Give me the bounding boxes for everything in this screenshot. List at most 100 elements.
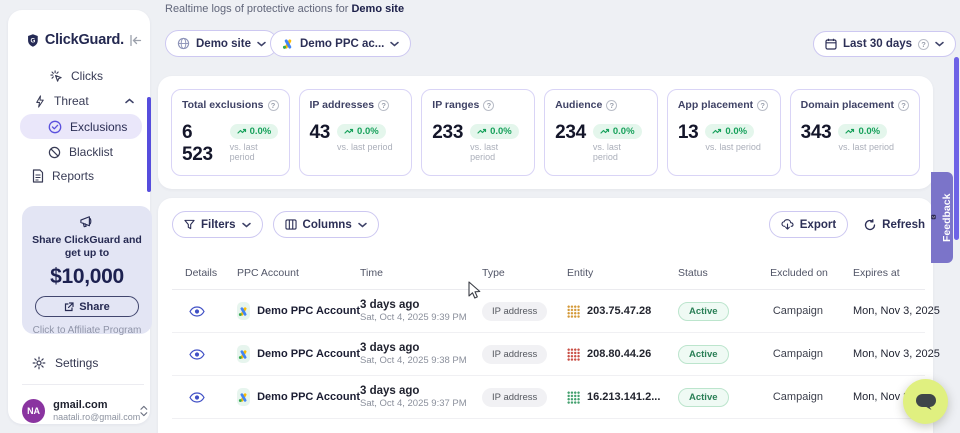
export-download-icon <box>781 219 794 230</box>
stat-value: 13 <box>678 122 699 144</box>
stat-caption: vs. last period <box>230 142 279 162</box>
entity-cell: 208.80.44.26 <box>567 348 678 361</box>
help-icon[interactable]: ? <box>757 100 768 111</box>
account-filter-dropdown[interactable]: Demo PPC ac... <box>270 30 411 57</box>
ban-icon <box>48 146 61 159</box>
status-badge: Active <box>678 388 729 407</box>
filter-funnel-icon <box>184 219 195 230</box>
stat-title: IP addresses <box>310 99 375 111</box>
status-cell: Active <box>678 344 770 364</box>
refresh-label: Refresh <box>882 219 925 231</box>
stat-title: App placement <box>678 99 753 111</box>
page-scrollbar-thumb[interactable] <box>954 57 959 240</box>
details-eye-button[interactable] <box>189 349 237 360</box>
stats-panel: Total exclusions? 6 523 0.0% vs. last pe… <box>158 76 933 189</box>
sidebar-item-label: Exclusions <box>70 120 127 134</box>
export-button[interactable]: Export <box>769 211 848 238</box>
stat-title: IP ranges <box>432 99 479 111</box>
delta-badge: 0.0% <box>337 124 386 139</box>
entity-value: 208.80.44.26 <box>587 348 651 360</box>
sidebar-scrollbar-thumb[interactable] <box>147 97 151 192</box>
delta-badge: 0.0% <box>230 124 279 139</box>
eye-icon <box>189 349 205 360</box>
expires-at-cell: Mon, Nov 3, 2025 <box>828 348 925 360</box>
sidebar-item-label: Threat <box>54 94 89 108</box>
help-icon[interactable]: ? <box>483 100 494 111</box>
trend-up-icon <box>845 128 855 135</box>
help-icon[interactable]: ? <box>898 100 909 111</box>
sidebar-item-label: Reports <box>52 169 94 183</box>
delta-value: 0.0% <box>250 126 272 137</box>
stat-value: 6 523 <box>182 122 223 166</box>
entity-identicon <box>567 305 580 318</box>
column-header-type: Type <box>482 267 567 279</box>
stat-value: 343 <box>801 122 832 144</box>
entity-cell: 203.75.47.28 <box>567 305 678 318</box>
refresh-icon <box>864 219 876 231</box>
stat-caption: vs. last period <box>705 142 761 152</box>
help-icon[interactable]: ? <box>606 100 617 111</box>
logo-text: ClickGuard. <box>45 32 124 48</box>
columns-button[interactable]: Columns <box>273 211 379 238</box>
delta-badge: 0.0% <box>838 124 887 139</box>
feedback-tab[interactable]: Feedback <box>931 172 953 263</box>
excluded-on-cell: Campaign <box>770 305 828 317</box>
help-icon[interactable]: ? <box>378 100 389 111</box>
stat-caption: vs. last period <box>593 142 647 162</box>
share-button[interactable]: Share <box>35 296 139 317</box>
sidebar-item-clicks[interactable]: Clicks <box>20 64 142 88</box>
stat-title: Domain placement <box>801 99 894 111</box>
chevron-up-icon <box>125 98 134 104</box>
excluded-on-cell: Campaign <box>770 348 828 360</box>
filters-button[interactable]: Filters <box>172 211 263 238</box>
details-eye-button[interactable] <box>189 392 237 403</box>
sidebar-item-threat[interactable]: Threat <box>20 89 142 113</box>
date-range-label: Last 30 days <box>843 38 912 50</box>
table-header-row: Details PPC Account Time Type Entity Sta… <box>172 256 925 290</box>
chevron-down-icon <box>358 222 367 228</box>
delta-badge: 0.0% <box>470 124 519 139</box>
shield-logo-icon: G <box>26 31 40 50</box>
time-relative: 3 days ago <box>360 299 482 311</box>
subtitle-prefix: Realtime logs of protective actions for <box>165 3 351 15</box>
excluded-on-cell: Campaign <box>770 391 828 403</box>
time-cell: 3 days ago Sat, Oct 4, 2025 9:39 PM <box>360 299 482 323</box>
chevron-down-icon <box>390 41 399 47</box>
select-arrows-icon <box>140 405 148 417</box>
stat-value: 234 <box>555 122 586 144</box>
table-row: Demo PPC Account 3 days ago Sat, Oct 4, … <box>172 376 925 419</box>
sidebar: G ClickGuard. Clicks Threat <box>8 10 150 424</box>
export-label: Export <box>800 219 836 231</box>
stat-title: Audience <box>555 99 602 111</box>
stat-caption: vs. last period <box>337 142 393 152</box>
eye-icon <box>189 306 205 317</box>
sidebar-item-settings[interactable]: Settings <box>20 351 140 375</box>
delta-badge: 0.0% <box>593 124 642 139</box>
column-header-excluded-on: Excluded on <box>770 267 828 279</box>
account-switcher[interactable]: NA gmail.com naatali.ro@gmail.com <box>22 396 148 426</box>
affiliate-promo-card[interactable]: Share ClickGuard and get up to $10,000 S… <box>22 206 152 334</box>
column-header-time: Time <box>360 267 482 279</box>
chat-widget-button[interactable] <box>903 379 948 424</box>
ppc-account-cell: Demo PPC Account <box>237 345 360 363</box>
user-email: naatali.ro@gmail.com <box>53 411 140 423</box>
sidebar-item-exclusions[interactable]: Exclusions <box>20 114 142 139</box>
help-icon[interactable]: ? <box>918 39 929 50</box>
sidebar-divider <box>22 384 144 385</box>
entity-value: 16.213.141.2... <box>587 391 660 403</box>
entity-value: 203.75.47.28 <box>587 305 651 317</box>
sidebar-item-reports[interactable]: Reports <box>20 164 142 188</box>
date-range-dropdown[interactable]: Last 30 days ? <box>813 31 956 57</box>
help-icon[interactable]: ? <box>268 100 279 111</box>
sidebar-collapse-button[interactable] <box>129 35 142 46</box>
ppc-account-name: Demo PPC Account <box>257 391 360 403</box>
site-filter-dropdown[interactable]: Demo site <box>165 30 278 57</box>
stat-title: Total exclusions <box>182 99 264 111</box>
stat-card-app-placement: App placement? 13 0.0% vs. last period <box>667 89 781 176</box>
ppc-account-cell: Demo PPC Account <box>237 388 360 406</box>
sidebar-item-blacklist[interactable]: Blacklist <box>20 140 142 164</box>
trend-up-icon <box>237 128 247 135</box>
refresh-button[interactable]: Refresh <box>864 219 925 231</box>
user-meta: gmail.com naatali.ro@gmail.com <box>53 399 140 423</box>
details-eye-button[interactable] <box>189 306 237 317</box>
